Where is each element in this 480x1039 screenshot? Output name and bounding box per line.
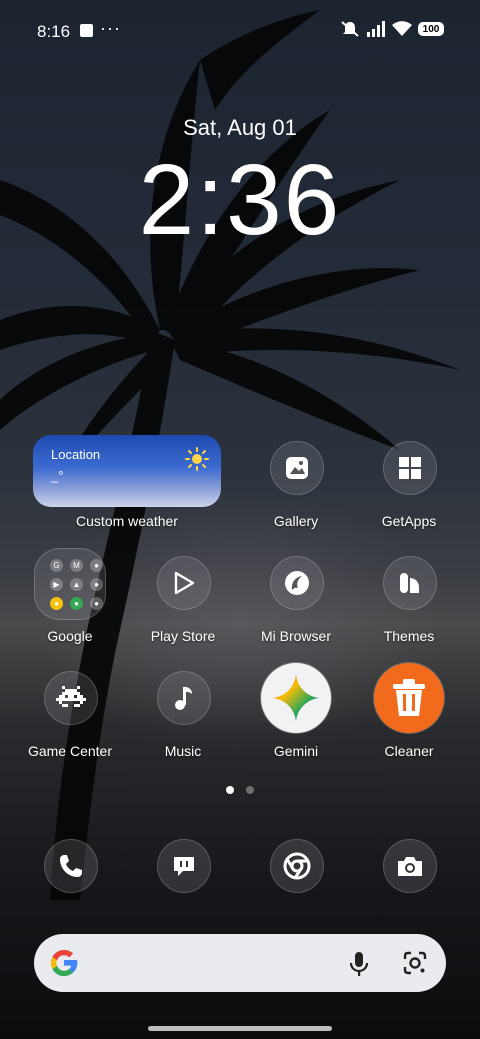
game-center-label: Game Center	[27, 743, 113, 759]
getapps-icon	[399, 457, 421, 479]
dock-camera[interactable]	[383, 839, 437, 893]
gemini-label: Gemini	[273, 743, 319, 759]
music-label: Music	[164, 743, 202, 759]
music-app[interactable]	[157, 671, 211, 725]
status-icons: 100	[340, 20, 444, 38]
play-store-label: Play Store	[150, 628, 216, 644]
cleaner-app[interactable]	[374, 663, 444, 733]
gallery-label: Gallery	[273, 513, 319, 529]
folder-mini-icon: ▲	[70, 578, 83, 591]
silent-icon	[341, 21, 359, 37]
folder-mini-icon: M	[70, 559, 83, 572]
dock-messages[interactable]	[157, 839, 211, 893]
messages-icon	[174, 857, 194, 876]
mi-browser-app[interactable]	[270, 556, 324, 610]
folder-mini-icon: ●	[70, 597, 83, 610]
music-note-icon	[175, 687, 192, 710]
date-text: Sat, Aug 01	[183, 115, 297, 140]
play-store-app[interactable]	[157, 556, 211, 610]
weather-location: Location	[51, 447, 101, 462]
google-folder[interactable]: G M ● ▶ ▲ ● ● ● ●	[34, 548, 106, 620]
status-time: 8:16	[37, 22, 71, 41]
getapps-label: GetApps	[381, 513, 437, 529]
mi-browser-icon	[285, 571, 309, 595]
play-store-icon	[174, 571, 195, 595]
folder-mini-icon: ▶	[50, 578, 63, 591]
folder-mini-icon: ●	[90, 559, 103, 572]
game-center-app[interactable]	[44, 671, 98, 725]
gemini-icon	[272, 674, 320, 722]
mi-browser-label: Mi Browser	[260, 628, 331, 644]
notification-icon	[80, 24, 93, 37]
wifi-icon	[392, 21, 412, 36]
battery-indicator: 100	[418, 22, 444, 36]
home-gesture-bar[interactable]	[148, 1026, 332, 1031]
gemini-app[interactable]	[261, 663, 331, 733]
google-lens-icon[interactable]	[402, 950, 428, 976]
page-indicator	[226, 786, 254, 794]
game-center-icon	[56, 686, 86, 707]
gallery-icon	[286, 457, 308, 479]
weather-widget-label: Custom weather	[76, 513, 178, 529]
themes-app[interactable]	[383, 556, 437, 610]
google-label: Google	[47, 628, 93, 644]
page-dot-active[interactable]	[226, 786, 234, 794]
weather-temperature: _°	[51, 468, 64, 483]
dock-phone[interactable]	[44, 839, 98, 893]
folder-mini-icon: ●	[90, 597, 103, 610]
trash-icon	[393, 679, 425, 716]
cleaner-label: Cleaner	[384, 743, 434, 759]
clock-time: 2:36	[138, 144, 342, 256]
phone-icon	[60, 855, 82, 877]
chrome-icon	[283, 852, 311, 880]
page-dot[interactable]	[246, 786, 254, 794]
folder-mini-icon: ●	[90, 578, 103, 591]
status-bar: 8:16 ··· 100	[0, 16, 480, 48]
folder-mini-icon: G	[50, 559, 63, 572]
more-notifications-icon: ···	[100, 18, 121, 38]
getapps-app[interactable]	[383, 441, 437, 495]
google-search-bar[interactable]	[34, 934, 446, 992]
signal-icon	[367, 21, 385, 37]
folder-mini-icon: ●	[50, 597, 63, 610]
gallery-app[interactable]	[270, 441, 324, 495]
themes-icon	[400, 573, 419, 593]
sun-icon	[185, 447, 209, 471]
google-logo-icon	[51, 950, 78, 976]
camera-icon	[398, 857, 422, 876]
themes-label: Themes	[383, 628, 435, 644]
microphone-icon[interactable]	[348, 951, 370, 977]
weather-widget[interactable]: Location _°	[33, 435, 221, 507]
dock-chrome[interactable]	[270, 839, 324, 893]
